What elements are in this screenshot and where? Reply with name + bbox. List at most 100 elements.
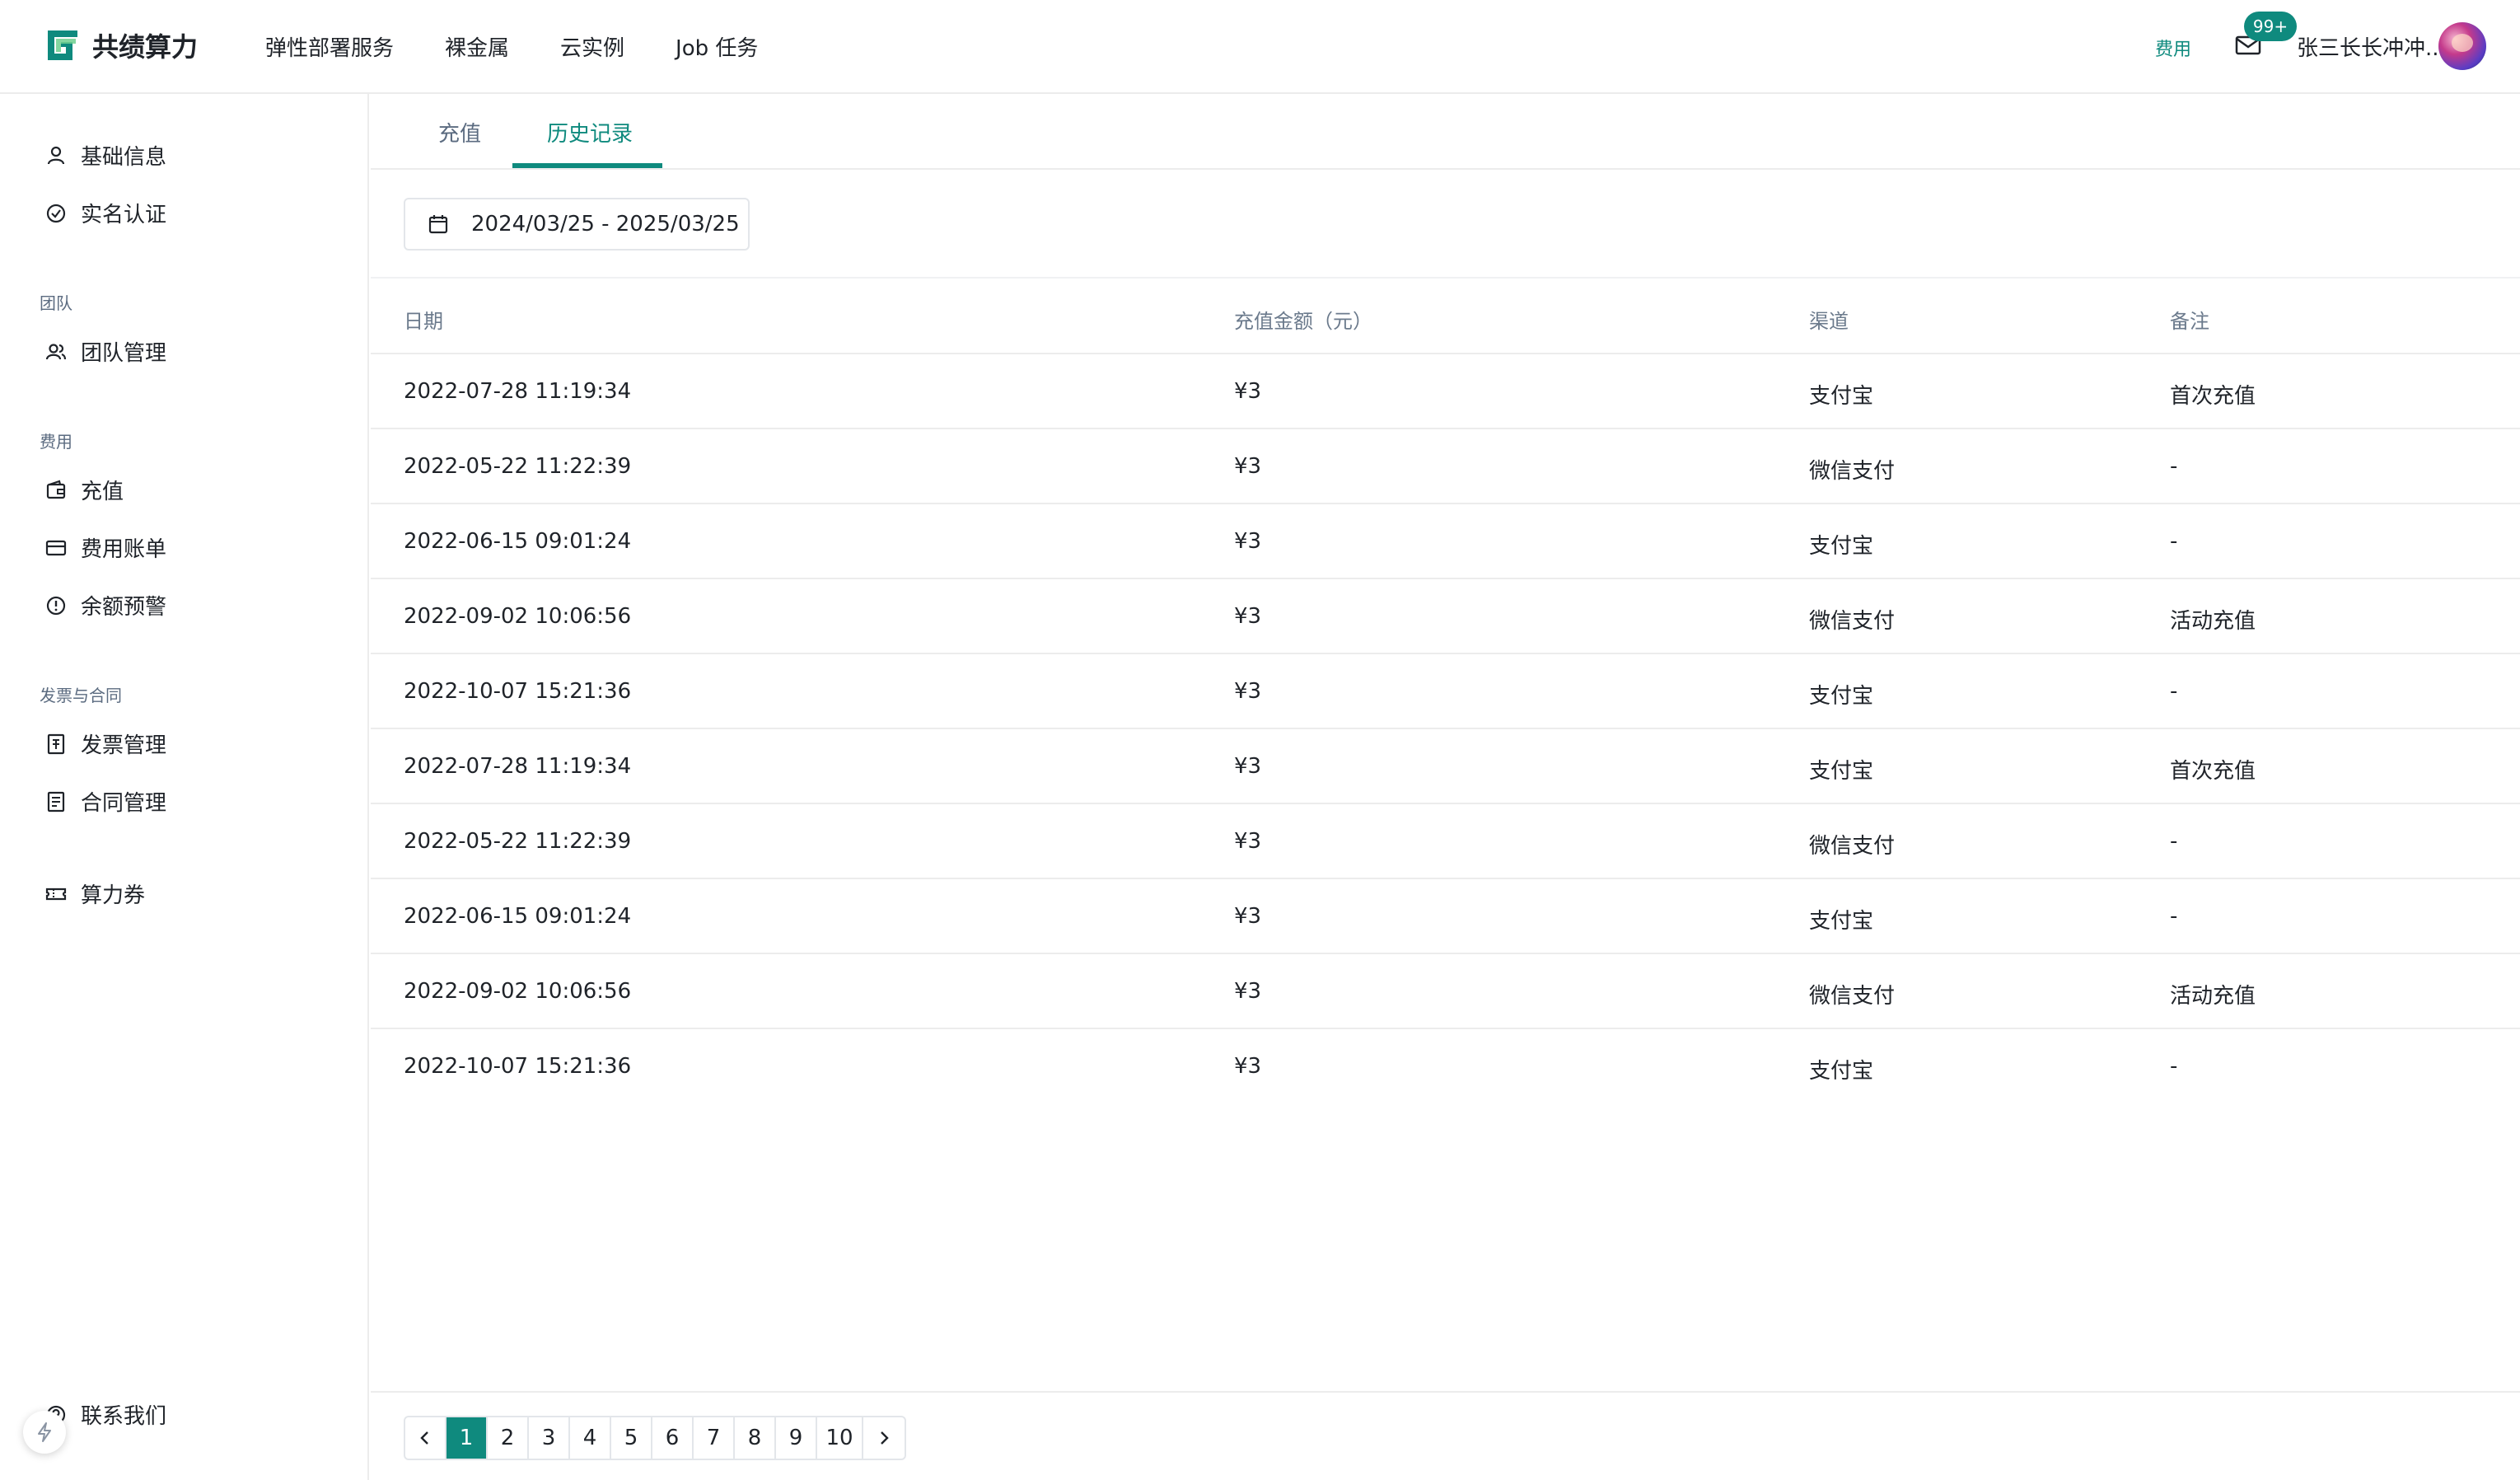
- column-header-remark: 备注: [2170, 310, 2209, 333]
- sidebar-item-label: 算力券: [81, 883, 146, 908]
- cell-date: 2022-05-22 11:22:39: [404, 829, 632, 854]
- table-row: 2022-05-22 11:22:39 ¥3 微信支付 -: [371, 429, 2520, 504]
- table-row: 2022-09-02 10:06:56 ¥3 微信支付 活动充值: [371, 954, 2520, 1029]
- cell-channel: 微信支付: [1809, 834, 1896, 859]
- table-header: 日期 充值金额（元） 渠道 备注: [371, 279, 2520, 354]
- sidebar-group-fee: 费用: [40, 432, 72, 452]
- sidebar-item-bill[interactable]: 费用账单: [44, 532, 166, 563]
- table-row: 2022-06-15 09:01:24 ¥3 支付宝 -: [371, 879, 2520, 954]
- table-row: 2022-07-28 11:19:34 ¥3 支付宝 首次充值: [371, 729, 2520, 804]
- lightning-icon: [38, 1422, 51, 1442]
- sidebar-item-label: 发票管理: [81, 733, 167, 758]
- sidebar-group-team: 团队: [40, 293, 72, 313]
- cell-remark: -: [2170, 1054, 2178, 1079]
- cell-amount: ¥3: [1234, 979, 1262, 1004]
- nav-cloud-instance[interactable]: 云实例: [560, 31, 624, 62]
- tab-bar: 充值 历史记录: [371, 94, 2520, 170]
- notification-badge: 99+: [2244, 12, 2297, 41]
- nav-elastic-deploy[interactable]: 弹性部署服务: [265, 31, 394, 62]
- wallet-icon: [46, 480, 66, 499]
- sidebar-item-coupon[interactable]: 算力券: [44, 878, 145, 909]
- logo-icon: [48, 30, 77, 60]
- sidebar-item-balance-alert[interactable]: 余额预警: [44, 590, 166, 621]
- table-row: 2022-10-07 15:21:36 ¥3 支付宝 -: [371, 1029, 2520, 1104]
- page-button-5[interactable]: 5: [611, 1417, 652, 1459]
- table-row: 2022-07-28 11:19:34 ¥3 支付宝 首次充值: [371, 354, 2520, 429]
- cell-date: 2022-05-22 11:22:39: [404, 454, 632, 479]
- nav-job-task[interactable]: Job 任务: [676, 31, 758, 62]
- top-bar: 共绩算力 弹性部署服务 裸金属 云实例 Job 任务 费用 99+ 张三长长冲冲…: [0, 0, 2520, 94]
- cell-remark: -: [2170, 679, 2178, 704]
- page-button-10[interactable]: 10: [817, 1417, 863, 1459]
- sidebar-item-invoice-manage[interactable]: 发票管理: [44, 728, 166, 759]
- team-icon: [45, 343, 67, 359]
- sidebar-item-verify[interactable]: 实名认证: [44, 198, 166, 228]
- table-row: 2022-09-02 10:06:56 ¥3 微信支付 活动充值: [371, 579, 2520, 654]
- sidebar-group-invoice: 发票与合同: [40, 686, 122, 705]
- sidebar-item-recharge[interactable]: 充值: [44, 475, 124, 505]
- cell-amount: ¥3: [1234, 379, 1262, 404]
- cell-date: 2022-06-15 09:01:24: [404, 904, 632, 929]
- nav-bare-metal[interactable]: 裸金属: [445, 31, 509, 62]
- next-page-button[interactable]: [863, 1417, 905, 1459]
- cell-channel: 微信支付: [1809, 984, 1896, 1009]
- sidebar-item-basic-info[interactable]: 基础信息: [44, 140, 166, 171]
- page-button-2[interactable]: 2: [488, 1417, 529, 1459]
- tab-recharge[interactable]: 充值: [438, 117, 481, 148]
- cell-channel: 微信支付: [1809, 459, 1896, 484]
- cell-channel: 支付宝: [1809, 759, 1874, 784]
- sidebar: 基础信息 实名认证 团队 团队管理 费用 充值 费用账单 余额预警 发票与合同 …: [0, 94, 369, 1480]
- pagination: 1 2 3 4 5 6 7 8 9 10: [404, 1416, 906, 1460]
- ticket-icon: [45, 888, 67, 900]
- cell-remark: -: [2170, 904, 2178, 929]
- cell-date: 2022-09-02 10:06:56: [404, 604, 632, 629]
- table-row: 2022-06-15 09:01:24 ¥3 支付宝 -: [371, 504, 2520, 579]
- table-row: 2022-05-22 11:22:39 ¥3 微信支付 -: [371, 804, 2520, 879]
- page-button-1[interactable]: 1: [446, 1417, 488, 1459]
- invoice-icon: [47, 733, 65, 754]
- cell-date: 2022-09-02 10:06:56: [404, 979, 632, 1004]
- username[interactable]: 张三长长冲冲..: [2297, 31, 2439, 62]
- chevron-right-icon: [881, 1431, 889, 1445]
- avatar[interactable]: [2438, 22, 2486, 70]
- cell-channel: 支付宝: [1809, 684, 1874, 709]
- user-icon: [47, 146, 65, 164]
- sidebar-item-label: 充值: [81, 480, 124, 504]
- cell-date: 2022-07-28 11:19:34: [404, 754, 632, 779]
- prev-page-button[interactable]: [405, 1417, 446, 1459]
- cell-amount: ¥3: [1234, 829, 1262, 854]
- page-button-8[interactable]: 8: [735, 1417, 776, 1459]
- tab-history[interactable]: 历史记录: [547, 117, 633, 148]
- page-button-6[interactable]: 6: [652, 1417, 694, 1459]
- page-button-7[interactable]: 7: [694, 1417, 735, 1459]
- cell-channel: 支付宝: [1809, 909, 1874, 934]
- cell-amount: ¥3: [1234, 754, 1262, 779]
- cell-remark: 活动充值: [2170, 984, 2256, 1009]
- date-range-value: 2024/03/25 - 2025/03/25: [471, 212, 740, 237]
- sidebar-item-label: 合同管理: [81, 791, 167, 816]
- calendar-icon: [428, 215, 448, 234]
- main-content: 充值 历史记录 2024/03/25 - 2025/03/25 日期 充值金额（…: [371, 94, 2520, 1480]
- sidebar-item-label: 实名认证: [81, 203, 167, 227]
- cell-date: 2022-07-28 11:19:34: [404, 379, 632, 404]
- page-button-9[interactable]: 9: [776, 1417, 817, 1459]
- quick-action-button[interactable]: [23, 1411, 66, 1454]
- page-button-3[interactable]: 3: [529, 1417, 570, 1459]
- date-range-picker[interactable]: 2024/03/25 - 2025/03/25: [404, 198, 750, 251]
- logo[interactable]: 共绩算力: [44, 26, 198, 64]
- cell-remark: 首次充值: [2170, 384, 2256, 409]
- table-row: 2022-10-07 15:21:36 ¥3 支付宝 -: [371, 654, 2520, 729]
- logo-text: 共绩算力: [92, 31, 199, 63]
- cell-channel: 微信支付: [1809, 609, 1896, 634]
- contract-icon: [47, 791, 65, 812]
- fee-link[interactable]: 费用: [2155, 35, 2191, 61]
- sidebar-item-contract-manage[interactable]: 合同管理: [44, 786, 166, 817]
- column-header-channel: 渠道: [1809, 310, 1849, 333]
- main-nav: 弹性部署服务 裸金属 云实例 Job 任务: [265, 0, 809, 92]
- cell-date: 2022-06-15 09:01:24: [404, 529, 632, 554]
- page-button-4[interactable]: 4: [570, 1417, 611, 1459]
- cell-date: 2022-10-07 15:21:36: [404, 1054, 632, 1079]
- sidebar-item-team-manage[interactable]: 团队管理: [44, 336, 166, 367]
- alert-circle-icon: [46, 596, 66, 615]
- footer-divider: [371, 1391, 2520, 1393]
